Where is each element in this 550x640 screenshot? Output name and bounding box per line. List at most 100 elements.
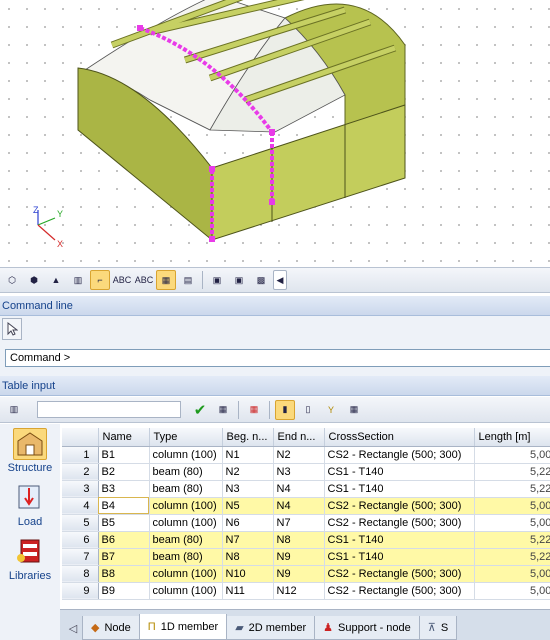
tab-2d-member[interactable]: ▰ 2D member [226,616,316,640]
table-settings-icon[interactable]: ▮ [275,399,295,420]
supports-icon[interactable]: ▲ [46,270,66,290]
cell-type[interactable]: column (100) [149,446,223,464]
cell-name[interactable]: B5 [98,514,150,532]
cell-length[interactable]: 5,000 [474,446,550,464]
table-row[interactable]: 8 B8 column (100) N10 N9 CS2 - Rectangle (500… [62,565,550,583]
tab-node[interactable]: ◆ Node [82,616,140,640]
cell-type[interactable]: column (100) [149,514,223,532]
row-number[interactable]: 3 [62,480,99,498]
column-select-icon[interactable]: ▯ [298,400,318,420]
cell-name[interactable]: B4 [98,497,150,515]
delete-row-icon[interactable]: ▦ [244,400,264,420]
cell-name[interactable]: B9 [98,582,150,600]
cell-name[interactable]: B6 [98,531,150,549]
loads-icon[interactable]: ▥ [68,270,88,290]
row-number[interactable]: 5 [62,514,99,532]
table-row[interactable]: 4 B4 column (100) N5 N4 CS2 - Rectangle (500;… [62,497,550,515]
cell-end-node[interactable]: N9 [273,548,325,566]
cell-end-node[interactable]: N7 [273,514,325,532]
cell-length[interactable]: 5,220 [474,531,550,549]
cell-name[interactable]: B7 [98,548,150,566]
grid-view-icon[interactable]: ▦ [344,400,364,420]
cell-cross-section[interactable]: CS2 - Rectangle (500; 300) [324,514,475,532]
tab-support-node[interactable]: ♟ Support - node [314,616,420,640]
cell-end-node[interactable]: N2 [273,446,325,464]
cell-type[interactable]: beam (80) [149,463,223,481]
grid-icon[interactable]: ▩ [251,270,271,290]
cell-length[interactable]: 5,220 [474,463,550,481]
cell-name[interactable]: B8 [98,565,150,583]
cell-type[interactable]: column (100) [149,565,223,583]
cell-type[interactable]: column (100) [149,497,223,515]
column-header[interactable]: Name [98,428,150,447]
row-number[interactable]: 9 [62,582,99,600]
add-row-icon[interactable]: ▦ [213,400,233,420]
row-number[interactable]: 1 [62,446,99,464]
abc-sections-icon[interactable]: ABC [134,270,154,290]
hatch-icon[interactable]: ▤ [178,270,198,290]
show-wireframe-icon[interactable]: ⬢ [24,270,44,290]
column-header[interactable]: Length [m] [474,428,550,447]
cell-type[interactable]: column (100) [149,582,223,600]
cursor-icon[interactable] [2,318,22,340]
tab-1d-member[interactable]: Π 1D member [138,614,228,640]
column-header[interactable]: End n... [273,428,325,447]
table-row[interactable]: 2B2beam (80)N2N3CS1 - T1405,220 [62,463,550,481]
cell-begin-node[interactable]: N7 [222,531,274,549]
tab-support[interactable]: ⊼ S [418,616,458,640]
cell-length[interactable]: 5,000 [474,514,550,532]
scroll-left-icon[interactable]: ◀ [273,270,287,290]
cell-begin-node[interactable]: N10 [222,565,274,583]
cell-end-node[interactable]: N12 [273,582,325,600]
row-number[interactable]: 8 [62,565,99,583]
nav-load[interactable]: Load [0,478,60,532]
cell-length[interactable]: 5,000 [474,497,550,515]
row-number[interactable]: 6 [62,531,99,549]
table-row[interactable]: 9 B9 column (100) N11 N12 CS2 - Rectangle (50… [62,582,550,600]
tab-scroll-left-icon[interactable]: ◁ [64,616,82,640]
cell-name[interactable]: B2 [98,463,150,481]
row-number[interactable]: 4 [62,497,99,515]
cell-cross-section[interactable]: CS2 - Rectangle (500; 300) [324,497,475,515]
column-header[interactable] [62,428,99,447]
cell-cross-section[interactable]: CS1 - T140 [324,480,475,498]
row-number[interactable]: 2 [62,463,99,481]
nav-structure[interactable]: Structure [0,424,60,478]
member-labels-icon[interactable]: ⌐ [90,270,110,290]
3d-viewport[interactable]: Z Y X [0,0,550,266]
cell-name[interactable]: B1 [98,446,150,464]
cell-begin-node[interactable]: N5 [222,497,274,515]
cell-begin-node[interactable]: N6 [222,514,274,532]
cell-name[interactable]: B3 [98,480,150,498]
cell-length[interactable]: 5,220 [474,548,550,566]
window-icon[interactable]: ▣ [229,270,249,290]
nav-libraries[interactable]: Libraries [0,532,60,586]
show-solid-icon[interactable]: ⬡ [2,270,22,290]
confirm-check-icon[interactable]: ✔ [190,400,210,420]
cell-end-node[interactable]: N4 [273,480,325,498]
table-row[interactable]: 7B7beam (80)N8N9CS1 - T1405,220 [62,548,550,566]
cell-cross-section[interactable]: CS2 - Rectangle (500; 300) [324,565,475,583]
column-header[interactable]: CrossSection [324,428,475,447]
cell-cross-section[interactable]: CS2 - Rectangle (500; 300) [324,446,475,464]
columns-icon[interactable]: ▥ [4,400,24,420]
cell-begin-node[interactable]: N2 [222,463,274,481]
cell-cross-section[interactable]: CS1 - T140 [324,463,475,481]
filter-input[interactable] [37,401,181,418]
column-header[interactable]: Beg. n... [222,428,274,447]
table-view-icon[interactable]: ▣ [207,270,227,290]
cell-type[interactable]: beam (80) [149,480,223,498]
cell-end-node[interactable]: N4 [273,497,325,515]
filter-icon[interactable]: Y [321,400,341,420]
cell-type[interactable]: beam (80) [149,531,223,549]
cell-length[interactable]: 5,220 [474,480,550,498]
table-row[interactable]: 3B3beam (80)N3N4CS1 - T1405,220 [62,480,550,498]
cell-end-node[interactable]: N9 [273,565,325,583]
cell-length[interactable]: 5,000 [474,582,550,600]
cell-begin-node[interactable]: N1 [222,446,274,464]
cell-begin-node[interactable]: N11 [222,582,274,600]
dimension-icon[interactable]: ▦ [156,270,176,290]
table-row[interactable]: 1 B1 column (100) N1 N2 CS2 - Rectangle (500;… [62,446,550,464]
table-row[interactable]: 6B6beam (80)N7N8CS1 - T1405,220 [62,531,550,549]
cell-end-node[interactable]: N8 [273,531,325,549]
